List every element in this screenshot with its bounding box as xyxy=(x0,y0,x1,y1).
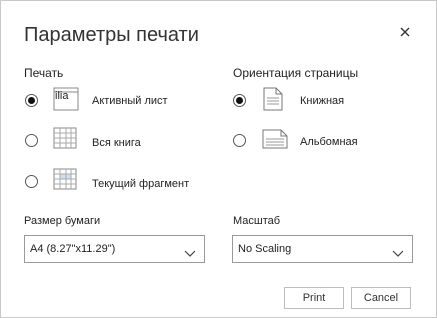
portrait-radio[interactable] xyxy=(233,94,246,107)
cancel-button[interactable]: Cancel xyxy=(351,287,411,309)
close-icon[interactable] xyxy=(398,25,412,39)
selection-label[interactable]: Текущий фрагмент xyxy=(92,178,189,190)
scale-value: No Scaling xyxy=(238,243,292,255)
workbook-label[interactable]: Вся книга xyxy=(92,137,141,149)
landscape-label[interactable]: Альбомная xyxy=(300,136,358,148)
active-sheet-radio[interactable] xyxy=(25,94,38,107)
workbook-icon xyxy=(53,127,79,156)
chevron-down-icon xyxy=(184,245,196,263)
paper-size-select[interactable]: A4 (8.27"x11.29") xyxy=(24,235,205,263)
scale-label: Масштаб xyxy=(233,215,281,227)
selection-icon xyxy=(53,168,79,197)
orientation-section-label: Ориентация страницы xyxy=(233,66,359,80)
chevron-down-icon xyxy=(392,245,404,263)
active-sheet-icon-text: ilia xyxy=(55,90,69,102)
paper-size-value: A4 (8.27"x11.29") xyxy=(30,243,116,255)
landscape-radio[interactable] xyxy=(233,134,246,147)
workbook-radio[interactable] xyxy=(25,134,38,147)
paper-size-label: Размер бумаги xyxy=(24,215,101,227)
portrait-page-icon xyxy=(263,87,283,116)
selection-radio[interactable] xyxy=(25,175,38,188)
portrait-label[interactable]: Книжная xyxy=(300,95,344,107)
print-section-label: Печать xyxy=(24,66,64,80)
scale-select[interactable]: No Scaling xyxy=(232,235,413,263)
dialog-title: Параметры печати xyxy=(24,24,199,46)
landscape-page-icon xyxy=(262,129,288,154)
print-button[interactable]: Print xyxy=(284,287,344,309)
active-sheet-label[interactable]: Активный лист xyxy=(92,95,168,107)
print-settings-dialog: Параметры печати Печать ilia Активный ли… xyxy=(0,0,437,318)
active-sheet-icon: ilia xyxy=(53,87,79,116)
